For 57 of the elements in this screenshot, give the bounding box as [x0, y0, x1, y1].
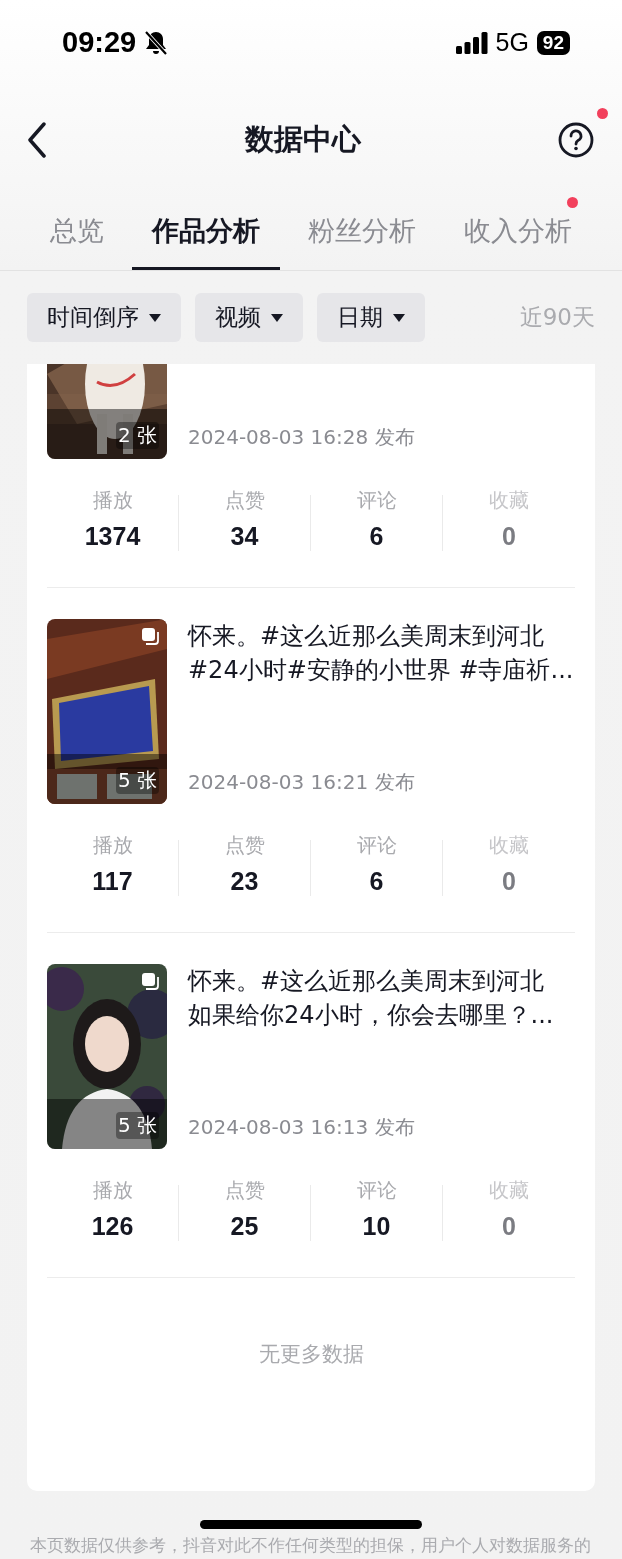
stat-value: 0: [502, 867, 516, 896]
stat-label: 评论: [356, 832, 397, 859]
back-icon[interactable]: [26, 122, 48, 158]
stat-value: 0: [502, 522, 516, 551]
help-icon[interactable]: [558, 122, 594, 158]
date-range-label: 近90天: [519, 303, 595, 332]
stat-label: 评论: [356, 1177, 397, 1204]
work-thumbnail[interactable]: 5 张: [47, 964, 167, 1149]
stat-label: 点赞: [224, 487, 265, 514]
stat-label: 收藏: [489, 832, 529, 859]
stat-value: 10: [362, 1212, 391, 1241]
disclaimer-text: 本页数据仅供参考，抖音对此不作任何类型的担保，用户个人对数据服务的: [29, 1534, 592, 1557]
caret-icon: [149, 313, 161, 322]
page-title: 数据中心: [245, 121, 361, 158]
no-more-data-text: 无更多数据: [257, 1341, 365, 1368]
stat-value: 34: [230, 522, 259, 551]
filter-dropdown[interactable]: 视频: [195, 293, 303, 342]
stat-value: 1374: [84, 522, 141, 551]
network-label: 5G: [495, 28, 529, 57]
work-thumbnail[interactable]: 5 张: [47, 619, 167, 804]
filter-dropdown[interactable]: 日期: [317, 293, 425, 342]
stat-label: 播放: [92, 487, 133, 514]
publish-date: 2024-08-03 16:13 发布: [188, 1114, 416, 1141]
stat-label: 播放: [92, 832, 133, 859]
publish-date: 2024-08-03 16:28 发布: [188, 424, 415, 451]
signal-icon: [455, 31, 488, 54]
stat-label: 收藏: [489, 487, 529, 514]
work-title: 如果给你24小时，你会去哪里？...: [188, 1000, 554, 1031]
stat-value: 23: [230, 867, 259, 896]
photo-count: 5 张: [115, 767, 159, 794]
stat-value: 6: [369, 867, 384, 896]
status-time: 09:29: [62, 26, 137, 59]
stat-label: 点赞: [224, 832, 265, 859]
work-title: 怀来。#这么近那么美周末到河北: [188, 966, 546, 997]
work-thumbnail[interactable]: 2 张: [47, 364, 167, 459]
stat-label: 点赞: [224, 1177, 265, 1204]
bell-off-icon: [144, 29, 169, 56]
stat-label: 评论: [356, 487, 397, 514]
stat-label: 播放: [92, 1177, 133, 1204]
stat-label: 收藏: [489, 1177, 529, 1204]
caret-icon: [271, 313, 283, 322]
tab[interactable]: 作品分析: [132, 195, 280, 270]
stat-value: 117: [92, 867, 133, 896]
stat-value: 6: [369, 522, 384, 551]
stat-value: 0: [502, 1212, 516, 1241]
stat-value: 126: [91, 1212, 134, 1241]
publish-date: 2024-08-03 16:21 发布: [188, 769, 416, 796]
gallery-icon: [141, 627, 159, 645]
photo-count: 2 张: [115, 422, 159, 449]
caret-icon: [393, 313, 405, 322]
work-title: 怀来。#这么近那么美周末到河北: [188, 621, 546, 652]
stat-value: 25: [230, 1212, 259, 1241]
filter-dropdown[interactable]: 时间倒序: [27, 293, 181, 342]
work-title: #24小时#安静的小世界 #寺庙祈...: [188, 655, 574, 686]
photo-count: 5 张: [115, 1112, 159, 1139]
battery-level: 92: [536, 30, 570, 55]
gallery-icon: [141, 972, 159, 990]
